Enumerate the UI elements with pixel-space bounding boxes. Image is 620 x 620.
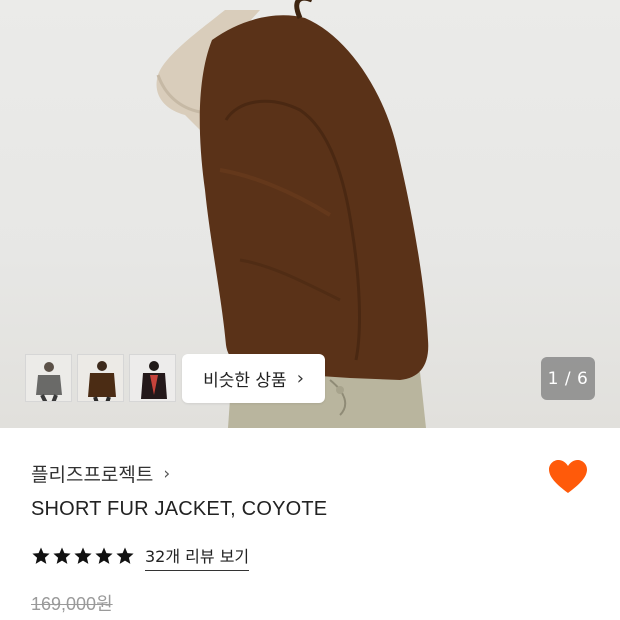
chevron-right-icon: › <box>163 463 171 484</box>
brand-name: 플리즈프로젝트 <box>31 464 154 486</box>
star-icon <box>32 547 50 564</box>
brand-link[interactable]: 플리즈프로젝트 › <box>31 460 170 487</box>
star-icon <box>74 547 92 564</box>
thumbnail-1[interactable] <box>25 354 72 402</box>
favorite-button[interactable] <box>548 459 588 495</box>
original-price: 169,000원 <box>31 594 113 614</box>
star-icon <box>116 547 134 564</box>
star-icon <box>53 547 71 564</box>
thumbnail-strip <box>25 354 176 402</box>
chevron-right-icon: › <box>296 368 304 389</box>
star-rating <box>31 546 135 566</box>
product-title: SHORT FUR JACKET, COYOTE <box>31 498 328 520</box>
product-image-gallery[interactable]: 비슷한 상품 › 1 / 6 <box>0 0 620 428</box>
similar-products-label: 비슷한 상품 <box>203 371 287 391</box>
rating-row: 32개 리뷰 보기 <box>31 540 250 571</box>
heart-icon <box>549 460 587 493</box>
thumbnail-2[interactable] <box>77 354 124 402</box>
image-pager: 1 / 6 <box>541 357 595 400</box>
thumbnail-3[interactable] <box>129 354 176 402</box>
similar-products-button[interactable]: 비슷한 상품 › <box>182 354 325 403</box>
reviews-link[interactable]: 32개 리뷰 보기 <box>145 543 250 571</box>
star-icon <box>95 547 113 564</box>
